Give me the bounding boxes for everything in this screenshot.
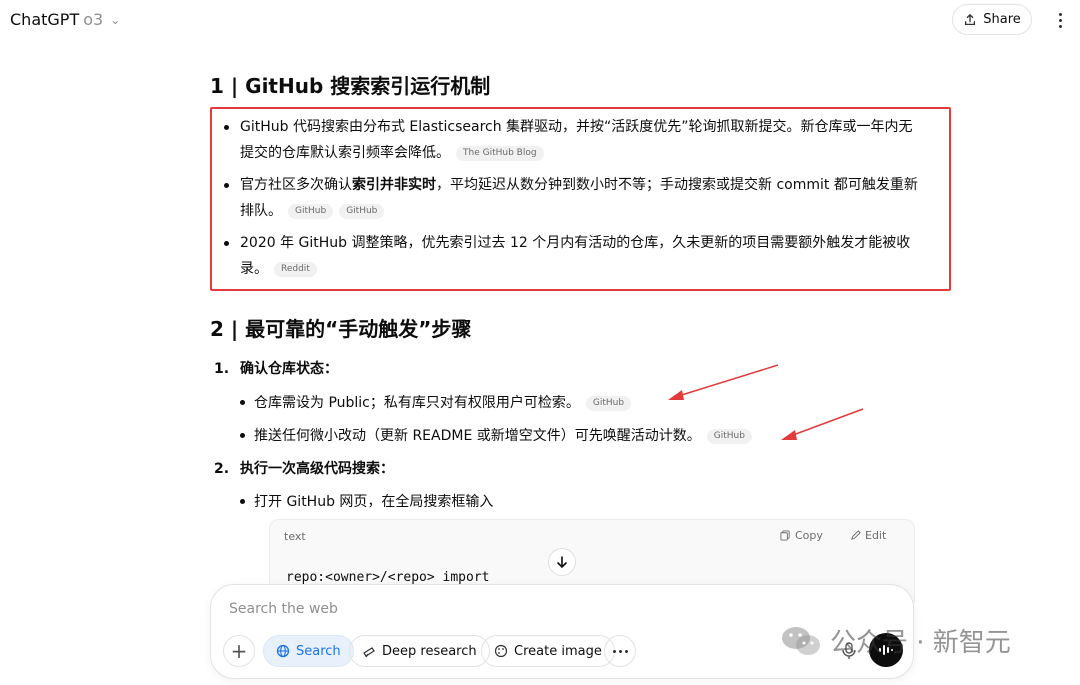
search-label: Search [296,643,341,659]
bullet-text: GitHub 代码搜索由分布式 Elasticsearch 集群驱动，并按“活跃… [240,119,913,161]
top-bar: ChatGPT o3 ⌄ Share [0,0,1080,44]
arrow-down-icon [557,556,567,569]
more-options-icon[interactable] [1050,8,1070,32]
source-tag[interactable]: Reddit [274,261,317,277]
model-selector[interactable]: ChatGPT o3 ⌄ [10,10,120,29]
list-item: 推送任何微小改动（更新 README 或新增空文件）可先唤醒活动计数。 GitHu… [240,425,752,445]
source-tag[interactable]: GitHub [706,428,752,444]
copy-icon [780,530,790,541]
bullet-text: 官方社区多次确认 [240,177,352,193]
prompt-input[interactable]: Search the web [229,601,729,617]
section-2-title: 2 | 最可靠的“手动触发”步骤 [210,317,472,341]
source-tag[interactable]: GitHub [339,203,385,219]
deep-research-label: Deep research [382,643,477,659]
annotation-arrow-1 [668,364,779,400]
create-image-button[interactable]: Create image [481,635,615,667]
bullet-text: 2020 年 GitHub 调整策略，优先索引过去 12 个月内有活动的仓库，久… [240,235,911,277]
watermark-text: 公众号 · 新智元 [830,628,1011,658]
source-tag[interactable]: GitHub [288,203,334,219]
edit-button[interactable]: Edit [850,529,886,542]
list-item: 仓库需设为 Public；私有库只对有权限用户可检索。 GitHub [239,392,632,412]
step-item: 1. 确认仓库状态： [214,358,338,378]
annotation-arrow-2 [781,408,864,440]
edit-label: Edit [865,529,887,542]
wechat-icon [782,626,820,655]
upload-icon [965,13,976,25]
globe-icon [276,644,290,658]
more-tools-icon[interactable] [604,635,636,667]
create-image-label: Create image [514,643,602,659]
telescope-icon [363,647,375,658]
chevron-down-icon: ⌄ [110,12,121,27]
section-1-title: 1 | GitHub 搜索索引运行机制 [210,74,491,98]
deep-research-button[interactable]: Deep research [349,635,490,667]
code-content: repo:<owner>/<repo> import [286,570,490,585]
share-label: Share [983,12,1021,27]
app-name: ChatGPT [10,10,80,29]
step-label: 执行一次高级代码搜索： [240,461,394,477]
step-item: 2. 执行一次高级代码搜索： [214,458,394,478]
bullet-bold-text: 索引并非实时 [352,177,436,193]
pencil-icon [851,530,861,540]
step-number: 1. [214,361,230,377]
source-tag[interactable]: The GitHub Blog [456,145,544,161]
model-version: o3 [83,10,104,29]
search-button[interactable]: Search [263,635,354,667]
list-item: 打开 GitHub 网页，在全局搜索框输入 [239,491,494,511]
sub-text: 推送任何微小改动（更新 README 或新增空文件）可先唤醒活动计数。 [254,428,701,444]
palette-icon [494,644,508,658]
plus-icon[interactable]: + [223,635,255,667]
copy-button[interactable]: Copy [780,529,823,542]
sub-text: 打开 GitHub 网页，在全局搜索框输入 [254,494,494,510]
list-item: 2020 年 GitHub 调整策略，优先索引过去 12 个月内有活动的仓库，久… [222,230,922,282]
scroll-down-button[interactable] [548,548,576,576]
copy-label: Copy [795,529,823,542]
step-number: 2. [214,461,230,477]
code-language: text [284,530,306,543]
section-1-bullets: GitHub 代码搜索由分布式 Elasticsearch 集群驱动，并按“活跃… [222,114,922,288]
watermark: 公众号 · 新智元 [780,622,1011,659]
sub-text: 仓库需设为 Public；私有库只对有权限用户可检索。 [254,395,580,411]
step-label: 确认仓库状态： [240,361,338,377]
list-item: GitHub 代码搜索由分布式 Elasticsearch 集群驱动，并按“活跃… [222,114,922,166]
list-item: 官方社区多次确认索引并非实时，平均延迟从数分钟到数小时不等；手动搜索或提交新 c… [222,172,922,224]
source-tag[interactable]: GitHub [585,395,632,411]
share-button[interactable]: Share [952,4,1032,35]
